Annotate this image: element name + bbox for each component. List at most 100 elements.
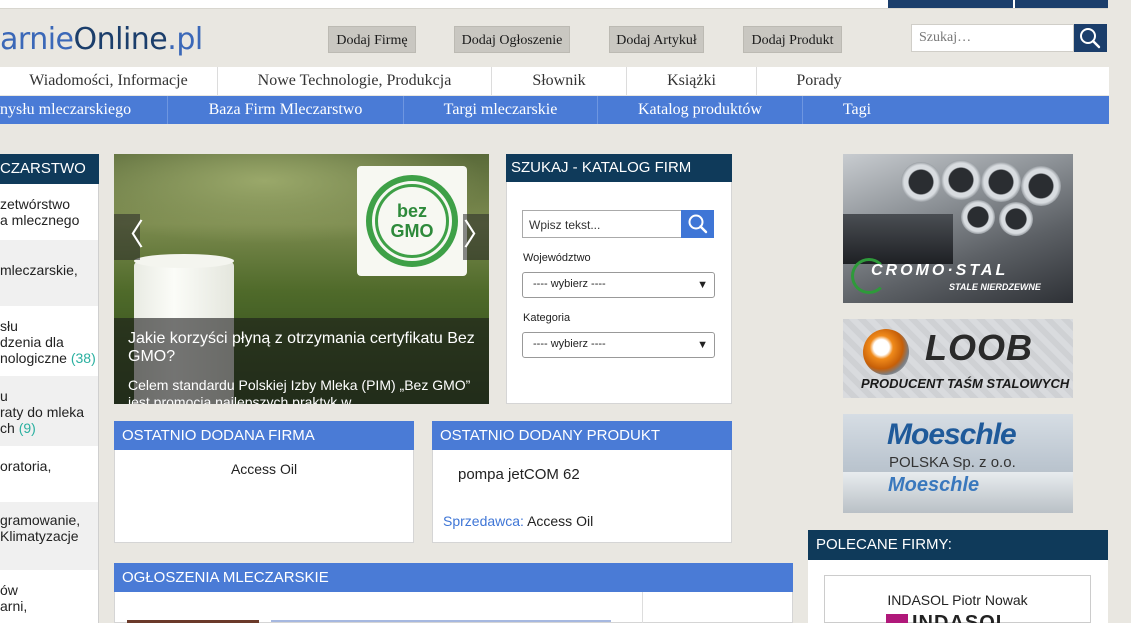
- sidebar-item-line: ów: [0, 582, 18, 598]
- slider-next-button[interactable]: 〉: [463, 214, 489, 260]
- slider-caption: Jakie korzyści płyną z otrzymania certyf…: [114, 318, 489, 404]
- voivodeship-label: Województwo: [523, 252, 591, 264]
- recent-company-title: OSTATNIO DODANA FIRMA: [114, 421, 414, 450]
- sidebar-item[interactable]: u raty do mleka ch (9): [0, 376, 98, 446]
- sidebar-item-line: nologiczne: [0, 350, 67, 366]
- bez-gmo-badge: bez GMO: [357, 166, 467, 276]
- search-icon: [1080, 28, 1101, 49]
- slider-prev-button[interactable]: 〈: [114, 214, 144, 260]
- nav-item-books[interactable]: Książki: [627, 67, 757, 95]
- pipe-graphic: [1021, 166, 1061, 206]
- nav-item-product-catalog[interactable]: Katalog produktów: [598, 96, 803, 124]
- nav-item-fairs[interactable]: Targi mleczarskie: [404, 96, 598, 124]
- site-logo[interactable]: arnieOnline.pl: [0, 22, 203, 57]
- sidebar-item-line: zetwórstwo: [0, 196, 71, 212]
- add-article-button[interactable]: Dodaj Artykuł: [609, 26, 704, 53]
- sidebar-item[interactable]: oratoria,: [0, 446, 98, 502]
- seller-label: Sprzedawca:: [443, 513, 524, 529]
- pipe-graphic: [901, 162, 941, 202]
- slider-title[interactable]: Jakie korzyści płyną z otrzymania certyf…: [128, 330, 475, 366]
- sidebar-item[interactable]: ów arni,: [0, 570, 98, 623]
- nav-item-news[interactable]: Wiadomości, Informacje: [0, 67, 218, 95]
- sidebar-item[interactable]: mleczarskie,: [0, 240, 98, 306]
- add-classified-button[interactable]: Dodaj Ogłoszenie: [454, 26, 570, 53]
- sidebar-item-count: (38): [70, 350, 96, 366]
- cromo-stal-tagline: STALE NIERDZEWNE: [949, 282, 1041, 292]
- chevron-down-icon: ▼: [697, 339, 708, 351]
- recent-product-title: OSTATNIO DODANY PRODUKT: [432, 421, 732, 450]
- featured-article-slider[interactable]: bez GMO 〈 〉 Jakie korzyści płyną z otrzy…: [114, 154, 489, 404]
- moeschle-logo: Moeschle: [887, 418, 1017, 451]
- cromo-stal-banner[interactable]: CROMO·STAL STALE NIERDZEWNE: [843, 154, 1073, 303]
- primary-nav: Wiadomości, Informacje Nowe Technologie,…: [0, 67, 1109, 95]
- moeschle-banner[interactable]: Moeschle POLSKA Sp. z o.o. Moeschle: [843, 414, 1073, 513]
- slider-description: Celem standardu Polskiej Izby Mleka (PIM…: [128, 377, 471, 404]
- top-login-button[interactable]: [888, 0, 1013, 8]
- category-select-value: ---- wybierz ----: [533, 338, 606, 350]
- voivodeship-select[interactable]: ---- wybierz ---- ▼: [522, 272, 715, 298]
- sidebar-item-line: dzenia dla: [0, 334, 64, 350]
- voivodeship-select-value: ---- wybierz ----: [533, 278, 606, 290]
- pipe-graphic: [981, 162, 1021, 202]
- indasol-logo-icon: [886, 614, 908, 623]
- top-register-button[interactable]: [1015, 0, 1108, 8]
- sidebar-item-line: słu: [0, 318, 18, 334]
- classifieds-divider: [642, 592, 643, 623]
- moeschle-truck-logo: Moeschle: [888, 474, 980, 496]
- recent-product-seller: Sprzedawca: Access Oil: [443, 513, 593, 529]
- nav-item-industry-news[interactable]: nysłu mleczarskiego: [0, 96, 168, 124]
- recent-product-link[interactable]: pompa jetCOM 62: [458, 466, 580, 483]
- sidebar-item-count: (9): [18, 420, 36, 436]
- loob-logo-mark: [863, 329, 909, 375]
- secondary-nav: nysłu mleczarskiego Baza Firm Mleczarstw…: [0, 96, 1109, 124]
- site-search-input[interactable]: Szukaj…: [911, 24, 1074, 52]
- sidebar-item-line: u: [0, 388, 8, 404]
- loob-tagline: PRODUCENT TAŚM STALOWYCH: [861, 376, 1070, 391]
- logo-part-3: .pl: [167, 22, 203, 57]
- loob-banner[interactable]: LOOB PRODUCENT TAŚM STALOWYCH: [843, 319, 1073, 398]
- indasol-logo: INDASOL: [912, 612, 1009, 623]
- nav-item-company-base[interactable]: Baza Firm Mleczarstwo: [168, 96, 404, 124]
- sidebar-item-line: a mlecznego: [0, 212, 80, 228]
- sidebar-item-line: ch: [0, 420, 15, 436]
- sidebar-item[interactable]: zetwórstwo a mlecznego: [0, 194, 98, 240]
- add-product-button[interactable]: Dodaj Produkt: [743, 26, 842, 53]
- recommended-company-name[interactable]: INDASOL Piotr Nowak: [825, 592, 1090, 608]
- nav-item-tags[interactable]: Tagi: [803, 96, 911, 124]
- nav-item-technologies[interactable]: Nowe Technologie, Produkcja: [218, 67, 492, 95]
- sidebar-item-line: mleczarskie,: [0, 262, 78, 278]
- sidebar-item-line: raty do mleka: [0, 404, 85, 420]
- badge-line-2: GMO: [390, 221, 434, 241]
- site-search-button[interactable]: [1074, 24, 1107, 52]
- sidebar-title: CZARSTWO: [0, 154, 99, 184]
- sidebar-item[interactable]: gramowanie, Klimatyzacje: [0, 502, 98, 570]
- add-company-button[interactable]: Dodaj Firmę: [328, 26, 416, 53]
- steel-profiles-graphic: [843, 214, 953, 264]
- chevron-down-icon: ▼: [697, 279, 708, 291]
- cromo-stal-logo: CROMO·STAL: [871, 262, 1009, 279]
- recent-product-panel: [432, 450, 732, 543]
- pipe-graphic: [941, 160, 981, 200]
- classifieds-title: OGŁOSZENIA MLECZARSKIE: [114, 563, 793, 592]
- classified-link[interactable]: [271, 620, 611, 622]
- moeschle-subtitle: POLSKA Sp. z o.o.: [889, 454, 1016, 471]
- logo-part-1: arnie: [0, 22, 74, 57]
- category-select[interactable]: ---- wybierz ---- ▼: [522, 332, 715, 358]
- search-icon: [688, 214, 708, 234]
- recent-company-link[interactable]: Access Oil: [114, 461, 414, 477]
- nav-item-advice[interactable]: Porady: [757, 67, 881, 95]
- sidebar-item-line: arni,: [0, 598, 28, 614]
- milk-glass-rim: [134, 254, 234, 268]
- sidebar-item[interactable]: słu dzenia dla nologiczne (38): [0, 306, 98, 376]
- catalog-search-input[interactable]: Wpisz tekst...: [522, 210, 682, 238]
- recommended-companies-title: POLECANE FIRMY:: [808, 530, 1108, 560]
- category-label: Kategoria: [523, 312, 571, 324]
- catalog-search-title: SZUKAJ - KATALOG FIRM: [506, 154, 732, 182]
- badge-line-1: bez: [396, 201, 427, 221]
- seller-link[interactable]: Access Oil: [527, 513, 593, 529]
- catalog-search-button[interactable]: [681, 210, 714, 238]
- nav-item-dictionary[interactable]: Słownik: [492, 67, 627, 95]
- logo-part-2: Online: [73, 22, 168, 57]
- sidebar-item-line: oratoria,: [0, 458, 52, 474]
- sidebar-item-line: gramowanie,: [0, 512, 81, 528]
